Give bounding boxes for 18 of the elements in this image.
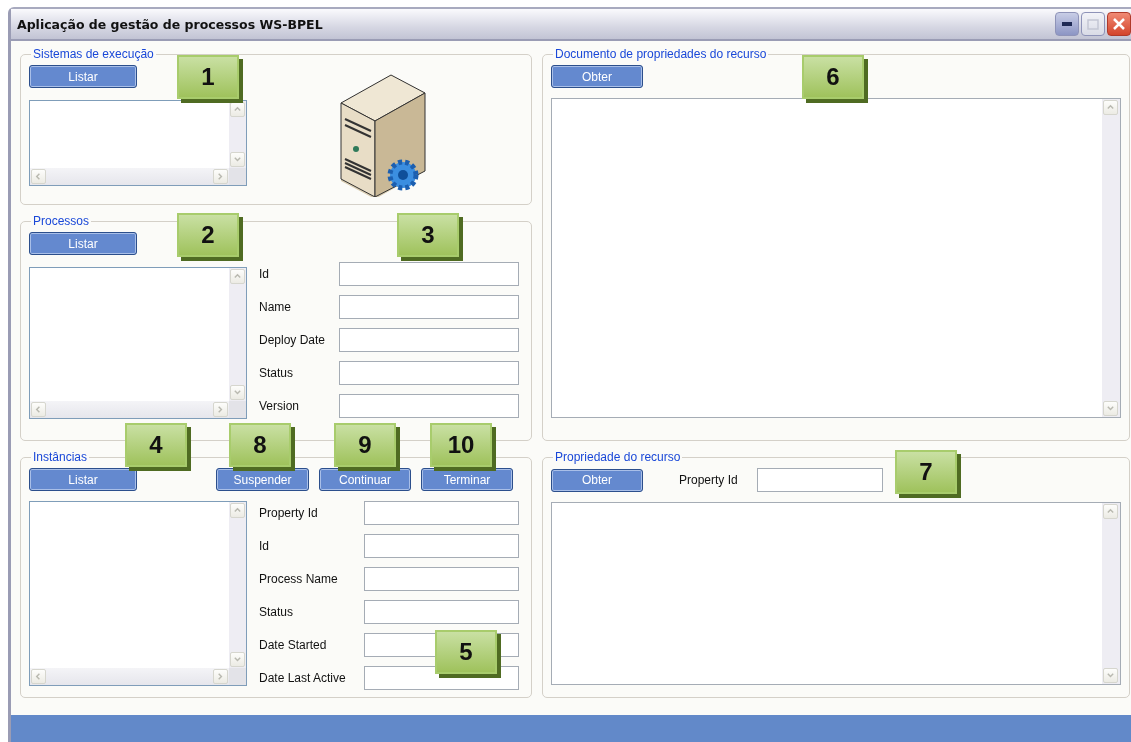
- field-label: Id: [259, 267, 270, 281]
- field-label: Deploy Date: [259, 333, 327, 347]
- field-label: Name: [259, 300, 292, 314]
- field-label: Version: [259, 399, 301, 413]
- field-label: Id: [259, 539, 270, 553]
- field-label: Status: [259, 366, 295, 380]
- group-title: Instâncias: [32, 450, 89, 464]
- field-label: Property Id: [259, 506, 319, 520]
- group-title: Processos: [32, 214, 91, 228]
- field-label: Status: [259, 605, 295, 619]
- field-label: Process Name: [259, 572, 339, 586]
- field-label: Date Last Active: [259, 671, 347, 685]
- field-label: Property Id: [679, 473, 739, 487]
- group-title: Propriedade do recurso: [554, 450, 682, 464]
- window-title: Aplicação de gestão de processos WS-BPEL: [17, 16, 323, 32]
- group-title: Documento de propriedades do recurso: [554, 47, 768, 61]
- field-label: Date Started: [259, 638, 328, 652]
- group-title: Sistemas de execução: [32, 47, 155, 61]
